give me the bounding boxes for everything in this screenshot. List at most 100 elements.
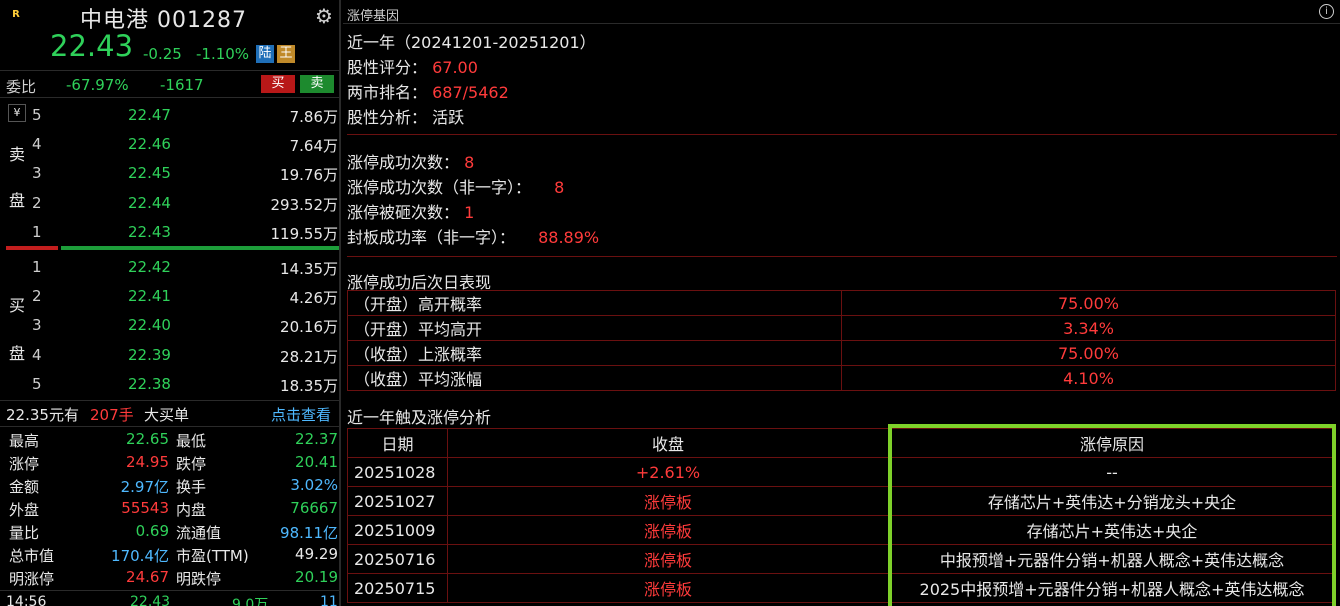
- score-label: 股性评分：: [347, 58, 428, 77]
- buy-row[interactable]: 1 22.42 14.35万: [0, 253, 341, 282]
- info-icon[interactable]: i: [1319, 4, 1334, 19]
- stat-value: 22.37: [295, 430, 338, 448]
- stats-row: 明涨停 24.67 明跌停 20.19: [0, 566, 341, 589]
- stat-label: 流通值: [176, 524, 222, 542]
- table-row: （开盘）平均高开 3.34%: [347, 315, 1336, 341]
- price: 22.46: [128, 135, 171, 153]
- divider: [347, 256, 1337, 257]
- success-count-nonflat-label: 涨停成功次数（非一字）：: [347, 178, 532, 197]
- stat-label: 最高: [9, 432, 40, 450]
- volume: 14.35万: [280, 260, 338, 278]
- success-count-label: 涨停成功次数：: [347, 153, 460, 172]
- price-change: -0.25: [143, 45, 182, 63]
- stat-label: 换手: [176, 478, 207, 496]
- seal-rate-label: 封板成功率（非一字）：: [347, 228, 516, 247]
- buy-row[interactable]: 2 22.41 4.26万: [0, 282, 341, 311]
- stat-value: 24.95: [126, 453, 169, 471]
- table-cell-label: （收盘）平均涨幅: [347, 365, 842, 391]
- price: 22.43: [128, 223, 171, 241]
- quote-header: R 中电港 001287 ⚙ 22.43 -0.25 -1.10% 陆 王: [0, 0, 341, 70]
- table-row: （开盘）高开概率 75.00%: [347, 290, 1336, 316]
- level: 3: [32, 316, 42, 334]
- sell-row[interactable]: 1 22.43 119.55万: [0, 218, 341, 247]
- stat-value: 76667: [290, 499, 338, 517]
- stat-label: 涨停: [9, 455, 40, 473]
- stat-label: 最低: [176, 432, 207, 450]
- stat-value: 22.65: [126, 430, 169, 448]
- sell-button[interactable]: 卖: [300, 75, 334, 93]
- buy-ratio-bar: [61, 246, 339, 250]
- level: 5: [32, 106, 42, 124]
- weibi-bar: 委比 -67.97% -1617 买 卖: [0, 70, 341, 98]
- limit-up-gene-panel: 涨停基因 i 近一年（20241201-20251201） 股性评分： 67.0…: [343, 0, 1340, 606]
- touch-analysis-table: 日期 收盘 涨停原因 20251028 +2.61% -- 20251027 涨…: [347, 428, 1336, 603]
- stats-row: 涨停 24.95 跌停 20.41: [0, 451, 341, 474]
- r-logo-icon: R: [12, 9, 20, 20]
- stat-label: 金额: [9, 478, 40, 496]
- price-change-pct: -1.10%: [196, 45, 250, 63]
- last-price: 22.43: [50, 29, 134, 63]
- lu-tag-badge[interactable]: 陆: [256, 45, 274, 63]
- panel-title: 涨停基因: [347, 9, 400, 24]
- sell-row[interactable]: 4 22.46 7.64万: [0, 130, 341, 159]
- volume: 7.64万: [289, 137, 338, 155]
- cell-date: 20251028: [347, 457, 448, 487]
- level: 1: [32, 223, 42, 241]
- price: 22.39: [128, 346, 171, 364]
- level: 3: [32, 164, 42, 182]
- wang-tag-badge[interactable]: 王: [277, 45, 295, 63]
- rank-value: 687/5462: [432, 83, 509, 102]
- level: 5: [32, 375, 42, 393]
- buy-row[interactable]: 5 22.38 18.35万: [0, 370, 341, 399]
- volume: 7.86万: [289, 108, 338, 126]
- stat-value: 98.11亿: [280, 524, 338, 542]
- cell-date: 20250715: [347, 573, 448, 603]
- gear-icon[interactable]: ⚙: [315, 4, 333, 28]
- table-row: 20251009 涨停板 存储芯片+英伟达+央企: [347, 515, 1336, 545]
- rank-label: 两市排名：: [347, 83, 428, 102]
- buy-button[interactable]: 买: [261, 75, 295, 93]
- tick-row: 14:56 22.43 9.0万 11: [0, 590, 341, 606]
- cell-reason: 存储芯片+英伟达+央企: [888, 515, 1336, 545]
- buy-row[interactable]: 4 22.39 28.21万: [0, 341, 341, 370]
- cell-date: 20250716: [347, 544, 448, 574]
- stats-row: 外盘 55543 内盘 76667: [0, 497, 341, 520]
- stat-value: 0.69: [135, 522, 169, 540]
- table-row: 20250715 涨停板 2025中报预增+元器件分销+机器人概念+英伟达概念: [347, 573, 1336, 603]
- stat-label: 量比: [9, 524, 40, 542]
- tick-time: 14:56: [6, 594, 47, 606]
- weibi-diff: -1617: [160, 76, 204, 94]
- level: 4: [32, 346, 42, 364]
- seal-rate-value: 88.89%: [538, 228, 600, 247]
- sell-ratio-bar: [6, 246, 58, 250]
- big-order-type: 大买单: [144, 406, 190, 424]
- success-count-nonflat-value: 8: [554, 178, 565, 197]
- table-cell-value: 75.00%: [841, 290, 1336, 316]
- seal-rate-line: 封板成功率（非一字）： 88.89%: [347, 224, 599, 248]
- table-cell-value: 75.00%: [841, 340, 1336, 366]
- table-cell-value: 3.34%: [841, 315, 1336, 341]
- sell-row[interactable]: 2 22.44 293.52万: [0, 189, 341, 218]
- sell-row[interactable]: 5 22.47 7.86万: [0, 101, 341, 130]
- price: 22.47: [128, 106, 171, 124]
- tick-price: 22.43: [130, 594, 171, 606]
- score-line: 股性评分： 67.00: [347, 54, 478, 78]
- cell-close: 涨停板: [447, 544, 889, 574]
- header-close: 收盘: [447, 428, 889, 458]
- stat-label: 明跌停: [176, 570, 222, 588]
- cell-reason: 中报预增+元器件分销+机器人概念+英伟达概念: [888, 544, 1336, 574]
- level: 2: [32, 194, 42, 212]
- analysis-line: 股性分析： 活跃: [347, 104, 464, 128]
- sell-row[interactable]: 3 22.45 19.76万: [0, 159, 341, 188]
- table-cell-label: （开盘）平均高开: [347, 315, 842, 341]
- view-big-order-link[interactable]: 点击查看: [271, 404, 331, 425]
- success-count-nonflat-line: 涨停成功次数（非一字）： 8: [347, 174, 564, 198]
- table-row: 20250716 涨停板 中报预增+元器件分销+机器人概念+英伟达概念: [347, 544, 1336, 574]
- next-day-table: （开盘）高开概率 75.00% （开盘）平均高开 3.34% （收盘）上涨概率 …: [347, 290, 1336, 391]
- price: 22.44: [128, 194, 171, 212]
- table-header-row: 日期 收盘 涨停原因: [347, 428, 1336, 458]
- buy-row[interactable]: 3 22.40 20.16万: [0, 311, 341, 340]
- level: 2: [32, 287, 42, 305]
- cell-reason: 存储芯片+英伟达+分销龙头+央企: [888, 486, 1336, 516]
- stats-row: 总市值 170.4亿 市盈(TTM) 49.29: [0, 543, 341, 566]
